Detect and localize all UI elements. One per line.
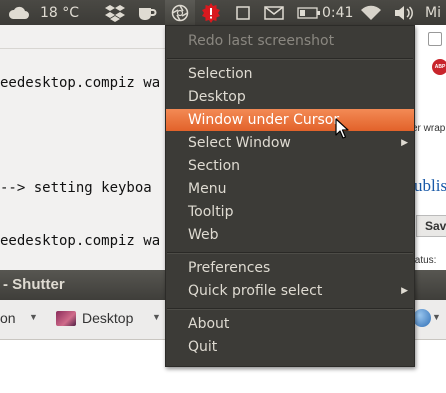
user-name[interactable]: Mi xyxy=(425,0,441,25)
menu-item-section[interactable]: Section xyxy=(166,155,414,177)
mail-icon[interactable] xyxy=(264,0,284,25)
clock[interactable]: 0:41 xyxy=(322,0,353,25)
battery-icon[interactable] xyxy=(297,0,321,25)
menu-item-label: Menu xyxy=(188,181,227,197)
submenu-arrow-icon: ▶ xyxy=(401,286,408,296)
menu-item-quit[interactable]: Quit xyxy=(166,336,414,358)
wifi-icon[interactable] xyxy=(361,0,381,25)
menu-item-tooltip[interactable]: Tooltip xyxy=(166,201,414,223)
menu-item-redo-last-screenshot: Redo last screenshot xyxy=(166,30,414,52)
cup-icon[interactable] xyxy=(137,0,157,25)
menu-item-window-under-cursor[interactable]: Window under Cursor xyxy=(166,109,414,131)
shutter-icon[interactable] xyxy=(171,0,189,25)
desktop-thumbnail-icon xyxy=(56,311,76,326)
menu-item-label: Quick profile select xyxy=(188,283,323,299)
terminal-line-2: --> setting keyboa xyxy=(0,180,152,196)
shutter-toolbar-desktop-button[interactable]: Desktop xyxy=(82,310,133,326)
menu-item-preferences[interactable]: Preferences xyxy=(166,257,414,279)
menu-item-label: Tooltip xyxy=(188,204,234,220)
browser-bookmark-checkbox[interactable] xyxy=(428,32,442,46)
chevron-down-icon[interactable]: ▼ xyxy=(29,312,38,322)
checkbox-icon[interactable] xyxy=(236,0,250,25)
menu-item-label: Web xyxy=(188,227,219,243)
browser-text-wrap: er wrap xyxy=(412,123,446,134)
menu-item-select-window[interactable]: Select Window ▶ xyxy=(166,132,414,154)
shutter-window-title: - Shutter xyxy=(3,276,65,293)
update-alert-icon[interactable] xyxy=(201,0,221,25)
menu-separator xyxy=(167,252,413,254)
menu-item-label: About xyxy=(188,316,230,332)
browser-save-button[interactable]: Sav xyxy=(416,215,446,237)
browser-window-fragment: ABP er wrap ublis Sav tatus: xyxy=(412,25,446,270)
menu-item-desktop[interactable]: Desktop xyxy=(166,86,414,108)
dropbox-icon[interactable] xyxy=(105,0,125,25)
menu-item-label: Preferences xyxy=(188,260,271,276)
menu-item-quick-profile-select[interactable]: Quick profile select ▶ xyxy=(166,280,414,302)
menu-item-menu[interactable]: Menu xyxy=(166,178,414,200)
submenu-arrow-icon: ▶ xyxy=(401,138,408,148)
weather-text[interactable]: 18 °C xyxy=(40,0,79,25)
menu-item-selection[interactable]: Selection xyxy=(166,63,414,85)
top-panel: 18 °C 0:41 Mi xyxy=(0,0,446,25)
menu-item-label: Window under Cursor xyxy=(188,112,340,128)
menu-item-label: Desktop xyxy=(188,89,246,105)
adblock-label: ABP xyxy=(434,64,446,70)
cloud-icon[interactable] xyxy=(8,0,30,25)
browser-status-label: tatus: xyxy=(412,255,437,266)
volume-icon[interactable] xyxy=(394,0,414,25)
menu-separator xyxy=(167,58,413,60)
terminal-line-3: eedesktop.compiz wa xyxy=(0,233,161,249)
menu-item-label: Quit xyxy=(188,339,218,355)
menu-item-label: Redo last screenshot xyxy=(188,33,335,49)
menu-item-label: Section xyxy=(188,158,241,174)
menu-separator xyxy=(167,308,413,310)
shutter-indicator-menu: Redo last screenshot Selection Desktop W… xyxy=(165,25,415,367)
browser-publish-link[interactable]: ublis xyxy=(414,176,446,196)
globe-icon[interactable] xyxy=(413,309,431,327)
menu-item-about[interactable]: About xyxy=(166,313,414,335)
menu-item-label: Select Window xyxy=(188,135,291,151)
browser-save-label: Sav xyxy=(425,219,446,233)
adblock-icon[interactable]: ABP xyxy=(432,59,446,75)
mouse-cursor-icon xyxy=(335,118,349,139)
shutter-toolbar-selection-label[interactable]: on xyxy=(0,310,16,326)
terminal-line-1: eedesktop.compiz wa xyxy=(0,75,161,91)
chevron-down-icon[interactable]: ▼ xyxy=(152,312,161,322)
menu-item-label: Selection xyxy=(188,66,253,82)
menu-item-web[interactable]: Web xyxy=(166,224,414,246)
chevron-down-icon[interactable]: ▼ xyxy=(432,312,441,322)
